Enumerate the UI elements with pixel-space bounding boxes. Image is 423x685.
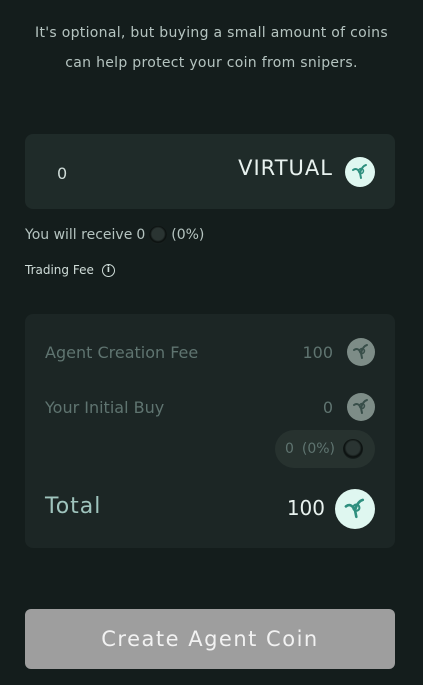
virtual-coin-icon (347, 393, 375, 421)
receive-prefix: You will receive (25, 227, 133, 243)
amount-input[interactable] (55, 158, 209, 188)
virtual-coin-icon (345, 157, 375, 187)
info-icon[interactable]: i (101, 263, 115, 277)
total-value: 100 (286, 496, 325, 520)
receive-amount: 0 (136, 227, 146, 243)
virtual-coin-icon (347, 338, 375, 366)
creation-fee-value: 100 (302, 343, 333, 362)
initial-buy-tokens-percent: (0%) (301, 441, 335, 457)
receive-info: You will receive 0 (0%) (25, 226, 204, 244)
initial-buy-tokens-amount: 0 (284, 441, 294, 457)
initial-buy-label: Your Initial Buy (45, 398, 165, 417)
initial-buy-value: 0 (322, 398, 333, 417)
amount-box: VIRTUAL (25, 134, 395, 209)
receive-percent: (0%) (171, 227, 205, 243)
total-label: Total (45, 494, 102, 519)
creation-fee-label: Agent Creation Fee (45, 343, 199, 362)
token-label: VIRTUAL (238, 156, 333, 180)
virtual-coin-icon (335, 489, 375, 529)
intro-text: It's optional, but buying a small amount… (35, 25, 388, 71)
agent-coin-icon (149, 226, 168, 244)
create-agent-coin-button[interactable]: Create Agent Coin (25, 609, 395, 669)
agent-coin-icon (343, 439, 363, 459)
trading-fee-row: Trading Fee i (25, 263, 115, 277)
trading-fee-label: Trading Fee (25, 263, 94, 277)
initial-buy-tokens: 0 (0%) (275, 430, 375, 468)
summary-card: Agent Creation Fee 100 Your Initial Buy … (25, 314, 395, 548)
